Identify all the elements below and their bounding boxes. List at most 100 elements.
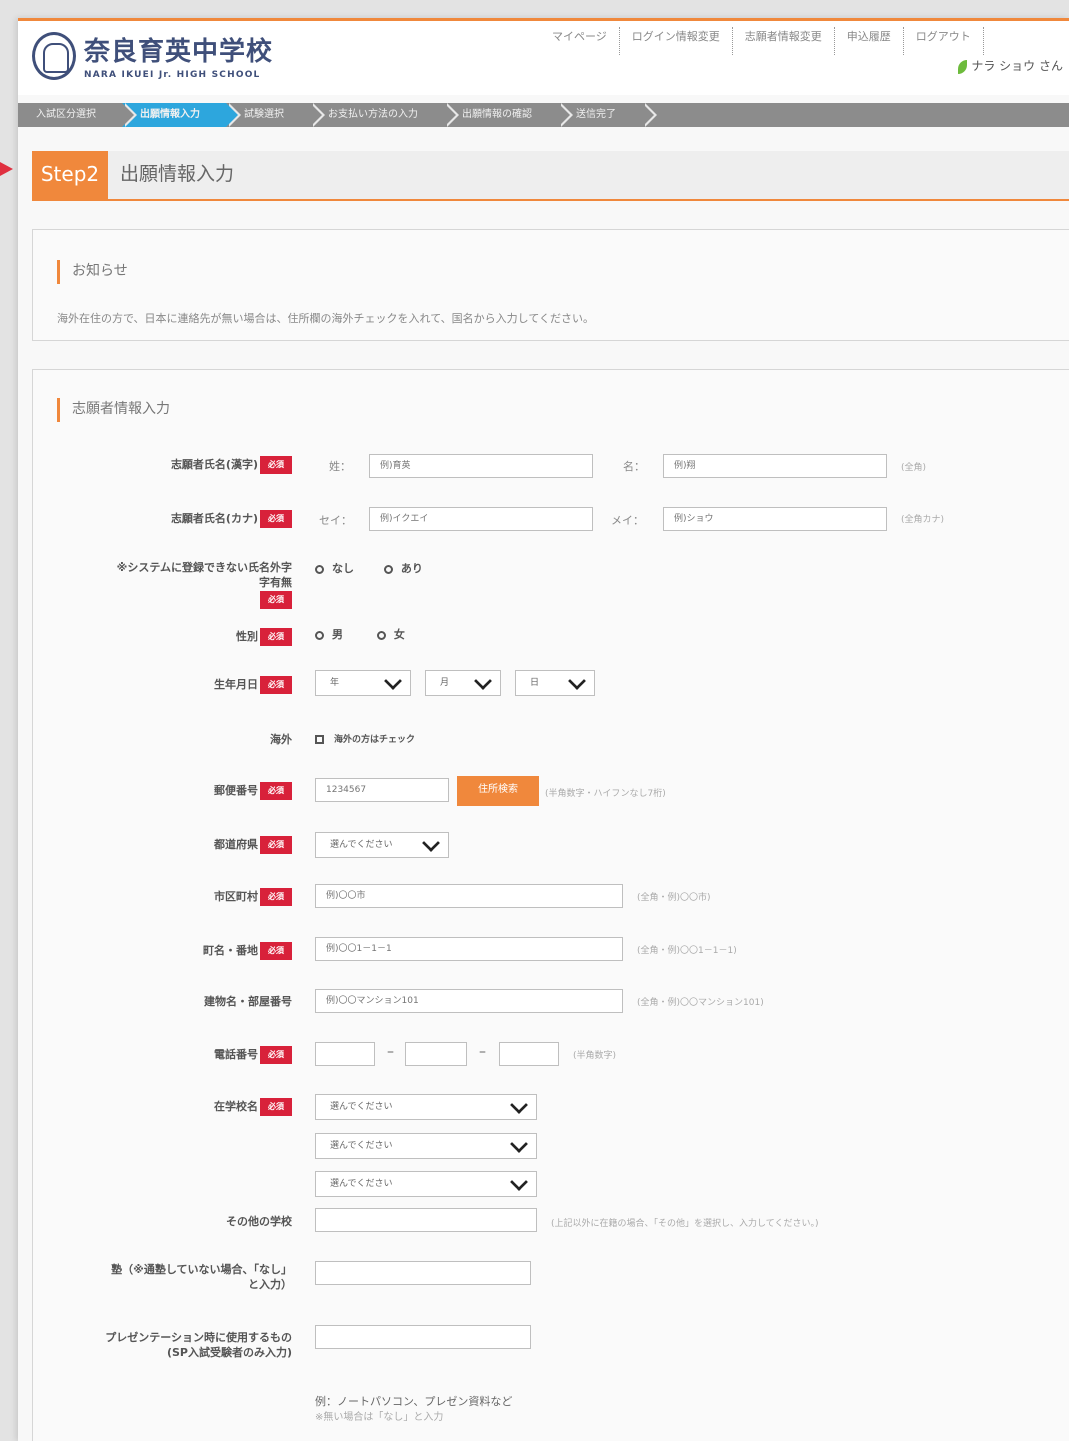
label-postal: 郵便番号 必須 — [214, 782, 292, 800]
phone-dash: – — [479, 1044, 486, 1060]
note-kana: (全角カナ) — [901, 515, 945, 525]
note-phone: (半角数字) — [573, 1051, 617, 1061]
birth-year-select[interactable]: 年 — [315, 670, 411, 696]
required-badge: 必須 — [260, 782, 292, 800]
radio-female[interactable] — [376, 630, 386, 640]
note-building: (全角・例)〇〇マンション101) — [637, 998, 764, 1008]
notice-title: お知らせ — [57, 260, 128, 284]
birth-month-select[interactable]: 月 — [425, 670, 501, 696]
note-postal: (半角数字・ハイフンなし7桁) — [545, 789, 666, 799]
header: 奈良育英中学校 NARA IKUEI Jr. HIGH SCHOOL マイページ… — [18, 21, 1069, 95]
nav-login-change[interactable]: ログイン情報変更 — [620, 27, 733, 55]
required-badge: 必須 — [260, 888, 292, 906]
sei-kanji-input[interactable] — [369, 454, 593, 478]
nav-logout[interactable]: ログアウト — [904, 27, 984, 55]
label-gender: 性別 必須 — [236, 628, 292, 646]
phone-part1-input[interactable] — [315, 1042, 375, 1066]
notice-text: 海外在住の方で、日本に連絡先が無い場合は、住所欄の海外チェックを入れて、国名から… — [57, 312, 595, 325]
step-5: 出願情報の確認 — [444, 103, 573, 127]
mei-kanji-input[interactable] — [663, 454, 887, 478]
mei-kana-input[interactable] — [663, 507, 887, 531]
label-presentation: プレゼンテーション時に使用するもの (SP入試受験者のみ入力) — [105, 1331, 292, 1359]
nav-applicant-change[interactable]: 志願者情報変更 — [733, 27, 835, 55]
mei-kana-label: メイ： — [611, 514, 644, 527]
chevron-down-icon — [568, 672, 586, 690]
required-badge: 必須 — [260, 1098, 292, 1116]
chevron-down-icon — [510, 1135, 528, 1153]
label-cram-school: 塾（※通塾していない場合、「なし」 と入力） — [111, 1263, 292, 1291]
sei-label: 姓： — [329, 460, 351, 473]
user-greeting: ナラ ショウ さん — [958, 57, 1063, 74]
label-unregistered-chars: ※システムに登録できない氏名外字 字有無 必須 — [117, 560, 292, 609]
label-name-kana: 志願者氏名(カナ) 必須 — [171, 510, 292, 528]
progress-steps: 入試区分選択 出願情報入力 試験選択 お支払い方法の入力 出願情報の確認 送信完… — [18, 103, 1069, 127]
chevron-down-icon — [510, 1096, 528, 1114]
label-building: 建物名・部屋番号 — [204, 995, 292, 1008]
mei-label: 名： — [623, 460, 645, 473]
phone-dash: – — [387, 1044, 394, 1060]
overseas-checkbox[interactable] — [315, 735, 324, 744]
current-step-arrow-icon — [0, 162, 13, 176]
presentation-example: 例：ノートパソコン、プレゼン資料など ※無い場合は「なし」と入力 — [315, 1395, 513, 1423]
nav-history[interactable]: 申込履歴 — [835, 27, 904, 55]
nav-mypage[interactable]: マイページ — [540, 27, 620, 55]
label-birthday: 生年月日 必須 — [214, 676, 292, 694]
logo-name-jp: 奈良育英中学校 — [84, 37, 274, 67]
other-school-input[interactable] — [315, 1208, 537, 1232]
top-nav: マイページ ログイン情報変更 志願者情報変更 申込履歴 ログアウト — [540, 27, 984, 55]
school-emblem-icon — [32, 31, 76, 80]
notice-panel: お知らせ 海外在住の方で、日本に連絡先が無い場合は、住所欄の海外チェックを入れて… — [32, 229, 1069, 341]
form-title: 志願者情報入力 — [57, 398, 170, 422]
step-2-active: 出願情報入力 — [122, 103, 241, 127]
unregistered-radio-group: なし あり — [315, 560, 423, 576]
required-badge: 必須 — [260, 510, 292, 528]
radio-none[interactable] — [315, 564, 324, 574]
user-name: ナラ ショウ さん — [971, 59, 1063, 73]
radio-exists[interactable] — [383, 564, 393, 574]
address-search-button[interactable]: 住所検索 — [457, 776, 539, 806]
required-badge: 必須 — [260, 942, 292, 960]
building-input[interactable] — [315, 989, 623, 1013]
label-school: 在学校名 必須 — [214, 1098, 292, 1116]
step-heading: Step2 出願情報入力 — [32, 151, 1069, 201]
phone-part2-input[interactable] — [405, 1042, 467, 1066]
postal-code-input[interactable] — [315, 778, 449, 802]
label-overseas: 海外 — [270, 733, 292, 746]
label-other-school: その他の学校 — [226, 1215, 292, 1228]
label-phone: 電話番号 必須 — [214, 1046, 292, 1064]
label-city: 市区町村 必須 — [214, 888, 292, 906]
step-1: 入試区分選択 — [18, 103, 137, 127]
phone-part3-input[interactable] — [499, 1042, 559, 1066]
school-select-2[interactable]: 選んでください — [315, 1133, 537, 1159]
logo-name-en: NARA IKUEI Jr. HIGH SCHOOL — [84, 70, 261, 80]
cram-school-input[interactable] — [315, 1261, 531, 1285]
applicant-form-panel: 志願者情報入力 志願者氏名(漢字)必須 姓： 名： (全角) 志願者氏名(カナ)… — [32, 369, 1069, 1441]
overseas-checkbox-row: 海外の方はチェック — [315, 732, 415, 745]
town-input[interactable] — [315, 937, 623, 961]
sei-kana-input[interactable] — [369, 507, 593, 531]
label-name-kanji: 志願者氏名(漢字) 必須 — [171, 456, 292, 474]
step-title: 出願情報入力 — [120, 163, 235, 185]
chevron-down-icon — [384, 672, 402, 690]
prefecture-select[interactable]: 選んでください — [315, 832, 449, 858]
required-badge: 必須 — [260, 591, 292, 609]
page: 奈良育英中学校 NARA IKUEI Jr. HIGH SCHOOL マイページ… — [18, 18, 1069, 1441]
school-select-1[interactable]: 選んでください — [315, 1094, 537, 1120]
city-input[interactable] — [315, 884, 623, 908]
step-badge: Step2 — [32, 151, 108, 201]
required-badge: 必須 — [260, 456, 292, 474]
note-city: (全角・例)〇〇市) — [637, 893, 711, 903]
note-other-school: (上記以外に在籍の場合、「その他」を選択し、入力してください。) — [551, 1219, 819, 1229]
chevron-down-icon — [422, 834, 440, 852]
required-badge: 必須 — [260, 628, 292, 646]
school-select-3[interactable]: 選んでください — [315, 1171, 537, 1197]
required-badge: 必須 — [260, 836, 292, 854]
chevron-down-icon — [510, 1173, 528, 1191]
radio-male[interactable] — [315, 630, 324, 640]
required-badge: 必須 — [260, 1046, 292, 1064]
presentation-input[interactable] — [315, 1325, 531, 1349]
note-kanji: (全角) — [901, 463, 927, 473]
school-logo[interactable]: 奈良育英中学校 NARA IKUEI Jr. HIGH SCHOOL — [32, 31, 273, 80]
step-4: お支払い方法の入力 — [310, 103, 459, 127]
birth-day-select[interactable]: 日 — [515, 670, 595, 696]
